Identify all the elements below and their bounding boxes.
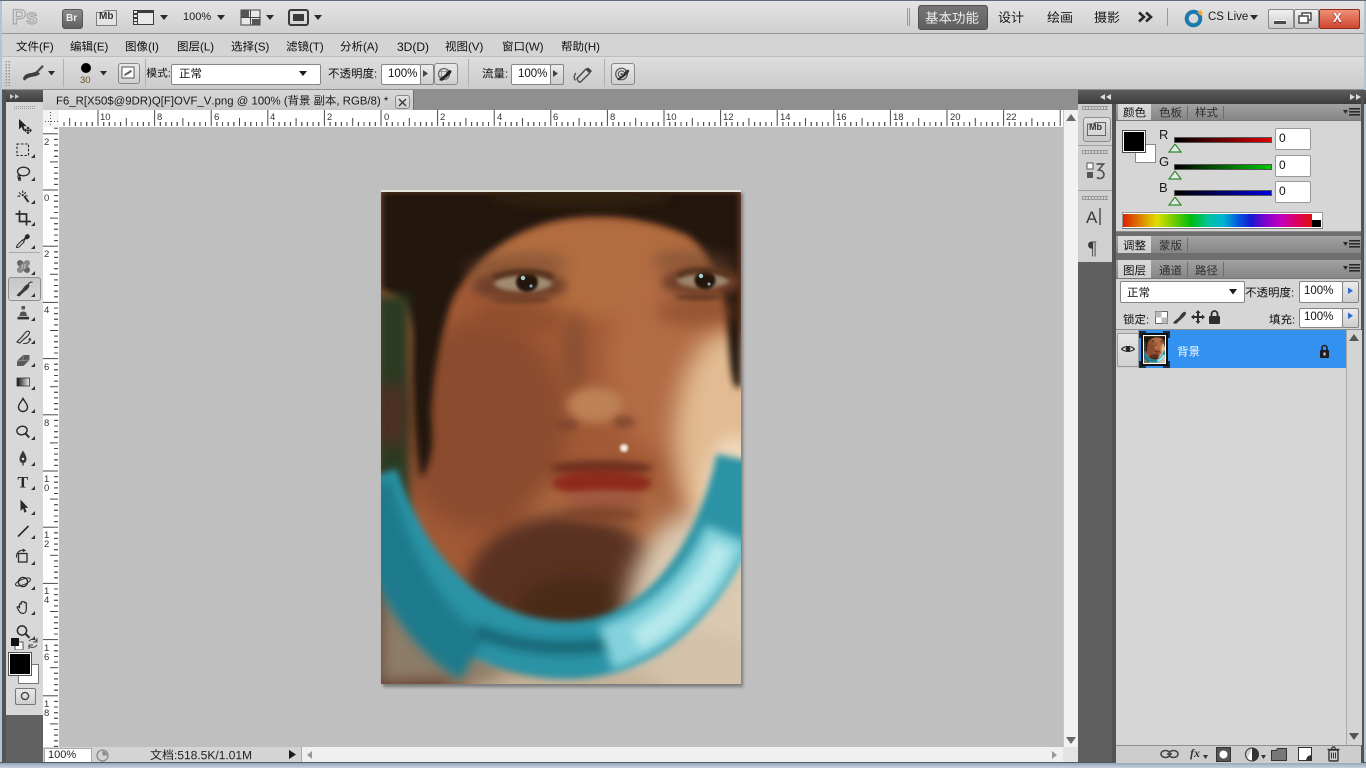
svg-text:2: 2 xyxy=(440,112,445,123)
svg-text:0: 0 xyxy=(44,483,49,494)
svg-text:4: 4 xyxy=(44,595,49,606)
svg-text:6: 6 xyxy=(44,362,49,373)
svg-text:¶: ¶ xyxy=(1088,238,1097,257)
svg-text:0: 0 xyxy=(44,193,49,204)
svg-text:4: 4 xyxy=(270,112,275,123)
svg-text:6: 6 xyxy=(44,652,49,663)
svg-text:2: 2 xyxy=(327,112,332,123)
svg-text:18: 18 xyxy=(893,112,904,123)
svg-text:14: 14 xyxy=(780,112,791,123)
svg-text:6: 6 xyxy=(214,112,219,123)
svg-text:2: 2 xyxy=(44,539,49,550)
svg-text:8: 8 xyxy=(610,112,615,123)
svg-text:10: 10 xyxy=(666,112,677,123)
svg-text:8: 8 xyxy=(44,418,49,429)
svg-text:22: 22 xyxy=(1006,112,1017,123)
svg-text:16: 16 xyxy=(836,112,847,123)
svg-text:12: 12 xyxy=(723,112,734,123)
svg-text:T: T xyxy=(18,475,29,492)
svg-text:4: 4 xyxy=(497,112,502,123)
svg-text:2: 2 xyxy=(44,137,49,148)
svg-text:8: 8 xyxy=(44,708,49,719)
svg-text:6: 6 xyxy=(553,112,558,123)
svg-text:0: 0 xyxy=(384,112,389,123)
svg-text:4: 4 xyxy=(44,305,49,316)
svg-text:20: 20 xyxy=(950,112,961,123)
svg-text:10: 10 xyxy=(100,112,111,123)
svg-text:8: 8 xyxy=(157,112,162,123)
svg-text:A: A xyxy=(1086,208,1098,227)
svg-text:2: 2 xyxy=(44,249,49,260)
